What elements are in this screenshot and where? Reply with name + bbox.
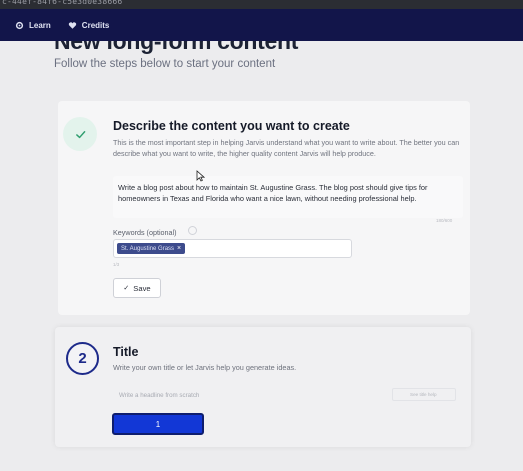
step-description: This is the most important step in helpi… — [113, 138, 460, 158]
title-help-label: See title help — [410, 392, 437, 397]
save-button[interactable]: ✓ Save — [113, 278, 161, 298]
nav-item-label: Credits — [81, 20, 110, 30]
content-description-value[interactable]: Write a blog post about how to maintain … — [118, 182, 458, 204]
step-title: Title — [113, 345, 139, 359]
browser-url-bar[interactable]: c-44ef-84f6-c5e3d0e38666 — [0, 0, 523, 9]
step-complete-badge — [63, 117, 97, 151]
top-navigation: Learn Credits — [0, 9, 523, 41]
step-number-badge: 2 — [66, 342, 99, 375]
mouse-cursor-icon — [196, 170, 205, 182]
generate-title-button-label: 1 — [155, 419, 161, 429]
step-title: Describe the content you want to create — [113, 119, 350, 133]
check-icon — [75, 130, 85, 138]
nav-item-learn[interactable]: Learn — [15, 21, 51, 30]
generate-title-button[interactable]: 1 — [112, 413, 204, 435]
keyword-chip-label: St. Augustine Grass — [121, 245, 175, 252]
keyword-chip: St. Augustine Grass × — [117, 243, 186, 254]
save-button-label: Save — [133, 283, 151, 293]
url-text: c-44ef-84f6-c5e3d0e38666 — [2, 0, 123, 6]
step-description: Write your own title or let Jarvis help … — [113, 363, 297, 372]
character-count: 180/600 — [436, 218, 453, 223]
keywords-label: Keywords (optional) — [113, 228, 177, 237]
info-icon[interactable] — [188, 226, 197, 235]
nav-item-credits[interactable]: Credits — [68, 20, 110, 30]
keywords-count: 1/3 — [113, 262, 120, 267]
remove-keyword-icon[interactable]: × — [177, 245, 181, 252]
page-subtitle: Follow the steps below to start your con… — [54, 58, 276, 70]
heart-icon — [68, 21, 76, 29]
gear-icon — [15, 21, 24, 29]
nav-item-label: Learn — [29, 20, 51, 30]
check-icon: ✓ — [123, 285, 130, 292]
